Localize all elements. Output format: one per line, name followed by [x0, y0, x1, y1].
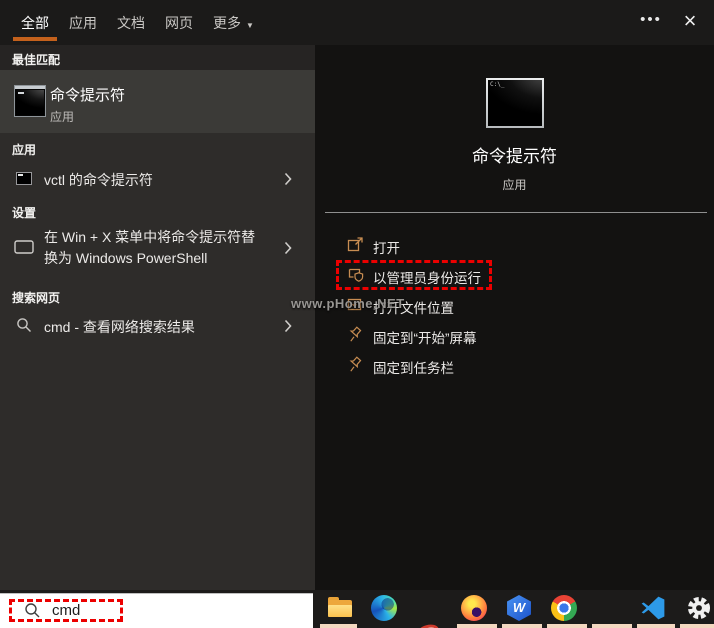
running-indicator — [680, 624, 714, 628]
preview-app-title: 命令提示符 — [472, 147, 557, 166]
ellipsis-menu-button[interactable]: ••• — [636, 10, 666, 34]
settings-section-header: 设置 — [12, 206, 37, 220]
running-indicator — [502, 624, 542, 628]
annotation-box-search-input — [9, 599, 123, 622]
running-indicator — [320, 624, 357, 628]
wps-office-icon[interactable]: W — [507, 595, 531, 621]
close-button[interactable]: × — [676, 7, 704, 37]
tab-documents[interactable]: 文档 — [117, 13, 145, 33]
result-winx-powershell-setting[interactable]: 在 Win + X 菜单中将命令提示符替 换为 Windows PowerShe… — [0, 223, 315, 273]
action-pin-to-start[interactable]: 固定到“开始”屏幕 — [315, 320, 714, 350]
action-pin-to-taskbar[interactable]: 固定到任务栏 — [315, 350, 714, 380]
microsoft-edge-icon[interactable] — [371, 595, 397, 621]
web-search-section-header: 搜索网页 — [12, 291, 61, 305]
monitor-icon — [14, 240, 34, 260]
result-web-search-cmd[interactable]: cmd - 查看网络搜索结果 — [0, 309, 315, 343]
pin-icon — [347, 356, 364, 378]
tab-more[interactable]: 更多 ▼ — [213, 13, 254, 33]
windows-search-flyout: 全部 应用 文档 网页 更多 ▼ ••• × 最佳匹配 命令提示符 应用 应用 v… — [0, 0, 714, 628]
result-label: 在 Win + X 菜单中将命令提示符替 换为 Windows PowerShe… — [44, 229, 256, 266]
preview-app-subtitle: 应用 — [502, 178, 527, 192]
action-label: 固定到“开始”屏幕 — [373, 331, 477, 346]
vscode-icon[interactable] — [640, 595, 666, 621]
best-match-header: 最佳匹配 — [12, 53, 61, 67]
search-filter-tabbar: 全部 应用 文档 网页 更多 ▼ ••• × — [0, 0, 714, 45]
result-preview-panel: C:\_ 命令提示符 应用 打开 以管理员身份运行 打开文件位置 固定到“开始”… — [315, 45, 714, 590]
running-indicator — [457, 624, 497, 628]
action-open[interactable]: 打开 — [315, 230, 714, 260]
open-icon — [347, 236, 364, 258]
result-label: cmd - 查看网络搜索结果 — [44, 319, 195, 335]
search-results-panel: 最佳匹配 命令提示符 应用 应用 vctl 的命令提示符 设置 在 Win + … — [0, 45, 315, 593]
search-icon — [16, 317, 32, 338]
command-prompt-large-icon: C:\_ — [486, 78, 544, 128]
running-indicator — [592, 624, 632, 628]
chevron-down-icon: ▼ — [246, 20, 254, 30]
command-prompt-mini-icon — [16, 172, 32, 185]
tab-web[interactable]: 网页 — [165, 13, 193, 33]
watermark-text: www.pHome.NET — [291, 296, 405, 311]
chevron-right-icon[interactable] — [284, 241, 292, 260]
action-label: 固定到任务栏 — [373, 361, 454, 376]
preview-divider — [325, 212, 707, 213]
pin-icon — [347, 326, 364, 348]
best-match-result-cmd[interactable]: 命令提示符 应用 — [0, 70, 315, 133]
settings-gear-icon[interactable] — [686, 595, 712, 621]
running-indicator — [637, 624, 675, 628]
command-prompt-icon — [14, 85, 46, 117]
apps-section-header: 应用 — [12, 143, 37, 157]
best-match-subtitle: 应用 — [50, 110, 75, 124]
result-vctl-command-prompt[interactable]: vctl 的命令提示符 — [0, 161, 315, 197]
tab-all[interactable]: 全部 — [21, 13, 49, 33]
firefox-icon[interactable] — [461, 595, 487, 621]
chrome-icon[interactable] — [551, 595, 577, 621]
result-label: vctl 的命令提示符 — [44, 172, 153, 188]
selected-tab-underline — [13, 37, 57, 41]
best-match-title: 命令提示符 — [50, 87, 126, 104]
screenshot-tool-icon[interactable] — [415, 621, 442, 628]
chevron-right-icon[interactable] — [284, 319, 292, 338]
annotation-box-run-as-admin — [336, 260, 492, 290]
chevron-right-icon[interactable] — [284, 172, 292, 191]
tab-apps[interactable]: 应用 — [69, 13, 97, 33]
running-indicator — [547, 624, 587, 628]
action-label: 打开 — [373, 241, 400, 256]
file-explorer-icon[interactable] — [327, 595, 353, 621]
